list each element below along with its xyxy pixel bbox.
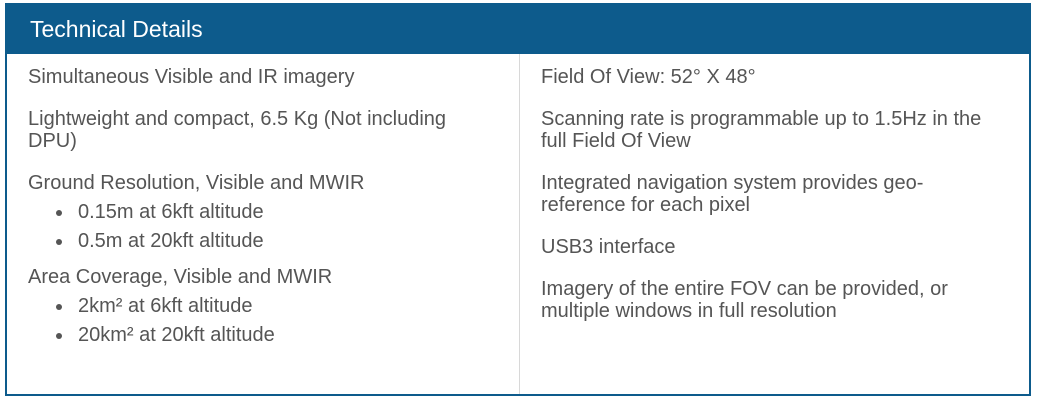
left-column: Simultaneous Visible and IR imagery Ligh…: [7, 54, 520, 394]
spec-item: Area Coverage, Visible and MWIR 2km² at …: [28, 266, 489, 346]
spec-bullet-list: 2km² at 6kft altitude 20km² at 20kft alt…: [28, 295, 489, 346]
spec-item: Integrated navigation system provides ge…: [541, 172, 989, 216]
spec-bullet: 0.5m at 20kft altitude: [56, 230, 489, 252]
spec-text: Area Coverage, Visible and MWIR: [28, 266, 333, 288]
spec-text: Imagery of the entire FOV can be provide…: [541, 278, 948, 322]
spec-item: Scanning rate is programmable up to 1.5H…: [541, 108, 989, 152]
technical-details-panel: Technical Details Simultaneous Visible a…: [5, 3, 1031, 396]
spec-text: Integrated navigation system provides ge…: [541, 172, 924, 216]
panel-title: Technical Details: [7, 5, 1029, 54]
spec-item: Ground Resolution, Visible and MWIR 0.15…: [28, 172, 489, 252]
spec-item: Field Of View: 52° X 48°: [541, 66, 989, 88]
spec-text: USB3 interface: [541, 236, 676, 258]
spec-item: Imagery of the entire FOV can be provide…: [541, 278, 989, 322]
spec-text: Lightweight and compact, 6.5 Kg (Not inc…: [28, 108, 447, 152]
right-column: Field Of View: 52° X 48° Scanning rate i…: [520, 54, 1029, 394]
spec-bullet: 2km² at 6kft altitude: [56, 295, 489, 317]
spec-bullet-list: 0.15m at 6kft altitude 0.5m at 20kft alt…: [28, 201, 489, 252]
spec-text: Ground Resolution, Visible and MWIR: [28, 172, 365, 194]
spec-text: Scanning rate is programmable up to 1.5H…: [541, 108, 982, 152]
spec-item: Lightweight and compact, 6.5 Kg (Not inc…: [28, 108, 489, 152]
spec-bullet: 0.15m at 6kft altitude: [56, 201, 489, 223]
spec-item: USB3 interface: [541, 236, 989, 258]
details-columns: Simultaneous Visible and IR imagery Ligh…: [7, 54, 1029, 394]
spec-bullet: 20km² at 20kft altitude: [56, 324, 489, 346]
spec-item: Simultaneous Visible and IR imagery: [28, 66, 489, 88]
spec-text: Field Of View: 52° X 48°: [541, 66, 756, 88]
spec-text: Simultaneous Visible and IR imagery: [28, 66, 355, 88]
